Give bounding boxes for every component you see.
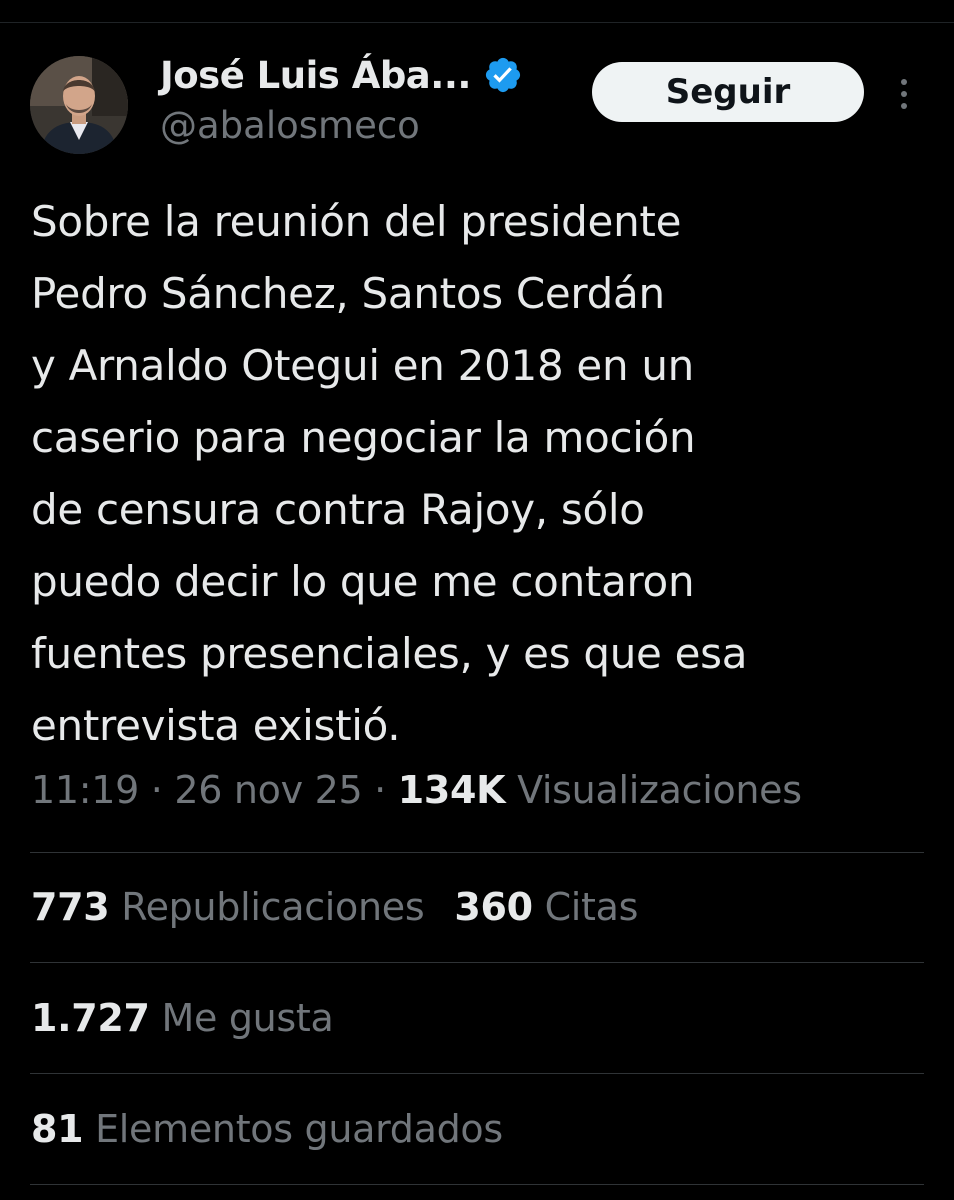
quotes-label: Citas bbox=[544, 885, 639, 929]
quotes-count: 360 bbox=[454, 885, 533, 929]
tweet-text-line: Sobre la reunión del presidente bbox=[31, 197, 682, 246]
tweet-text-line: puedo decir lo que me contaron bbox=[31, 557, 695, 606]
tweet-text-line: Pedro Sánchez, Santos Cerdán bbox=[31, 269, 665, 318]
divider bbox=[30, 852, 924, 853]
tweet-time[interactable]: 11:19 bbox=[31, 768, 139, 812]
divider bbox=[30, 962, 924, 963]
name-row: José Luis Ába... bbox=[160, 52, 523, 98]
more-options-icon[interactable] bbox=[896, 74, 912, 114]
verified-badge-icon bbox=[483, 55, 523, 95]
tweet-text: Sobre la reunión del presidente Pedro Sá… bbox=[31, 186, 911, 762]
meta-separator: · bbox=[150, 768, 163, 812]
tweet-text-line: de censura contra Rajoy, sólo bbox=[31, 485, 645, 534]
tweet-header: José Luis Ába... @abalosmeco Seguir bbox=[30, 52, 930, 162]
bookmarks-stat[interactable]: 81 Elementos guardados bbox=[31, 1107, 503, 1151]
divider bbox=[30, 1073, 924, 1074]
quotes-stat[interactable]: 360 Citas bbox=[454, 885, 638, 929]
meta-separator: · bbox=[374, 768, 386, 812]
tweet-text-line: fuentes presenciales, y es que esa bbox=[31, 629, 748, 678]
follow-button[interactable]: Seguir bbox=[592, 62, 864, 122]
bookmarks-count: 81 bbox=[31, 1107, 84, 1151]
likes-stat[interactable]: 1.727 Me gusta bbox=[31, 996, 334, 1040]
avatar[interactable] bbox=[30, 56, 128, 154]
divider bbox=[30, 1184, 924, 1185]
author-handle[interactable]: @abalosmeco bbox=[160, 104, 420, 147]
bookmarks-label: Elementos guardados bbox=[95, 1107, 503, 1151]
top-divider bbox=[0, 22, 954, 23]
display-name[interactable]: José Luis Ába... bbox=[160, 54, 471, 97]
likes-label: Me gusta bbox=[161, 996, 334, 1040]
tweet-text-line: caserio para negociar la moción bbox=[31, 413, 696, 462]
tweet-date[interactable]: 26 nov 25 bbox=[174, 768, 362, 812]
reposts-count: 773 bbox=[31, 885, 110, 929]
reposts-label: Republicaciones bbox=[121, 885, 425, 929]
tweet-text-line: entrevista existió. bbox=[31, 701, 401, 750]
views-count: 134K bbox=[397, 768, 506, 812]
avatar-photo bbox=[30, 56, 128, 154]
reposts-quotes-row: 773 Republicaciones 360 Citas bbox=[31, 885, 638, 929]
reposts-stat[interactable]: 773 Republicaciones bbox=[31, 885, 425, 929]
tweet-meta: 11:19 · 26 nov 25 · 134K Visualizaciones bbox=[31, 768, 802, 812]
views-label: Visualizaciones bbox=[517, 768, 802, 812]
likes-count: 1.727 bbox=[31, 996, 150, 1040]
tweet-text-line: y Arnaldo Otegui en 2018 en un bbox=[31, 341, 694, 390]
